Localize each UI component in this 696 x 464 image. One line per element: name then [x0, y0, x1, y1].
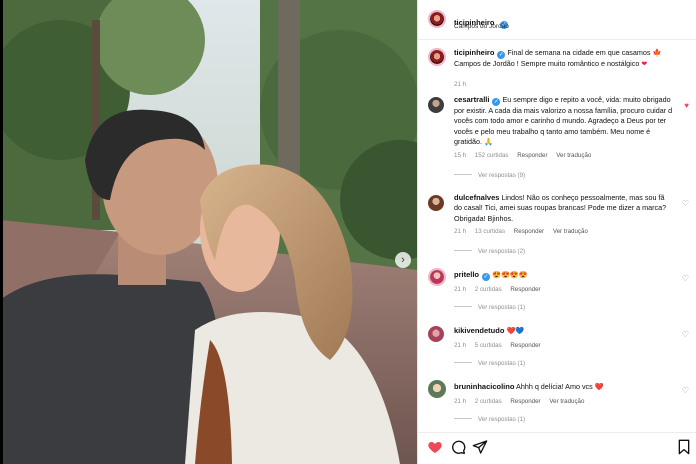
send-icon[interactable]: [472, 439, 488, 455]
commenter-avatar[interactable]: [428, 195, 444, 211]
comment-likes[interactable]: 13 curtidas: [475, 228, 505, 235]
comment-item: dulcefnalves Lindos! Não os conheço pess…: [418, 193, 696, 263]
view-replies-button[interactable]: Ver respostas (9): [454, 172, 525, 179]
comment-likes[interactable]: 5 curtidas: [475, 342, 502, 349]
comment-like-heart-icon[interactable]: ♡: [682, 199, 689, 208]
bookmark-icon[interactable]: [676, 439, 692, 455]
comment-text: ❤️💙: [506, 326, 525, 335]
verified-icon: ✓: [497, 51, 506, 59]
reply-button[interactable]: Responder: [510, 398, 540, 405]
commenter-username[interactable]: bruninhacicolino: [454, 382, 514, 391]
commenter-avatar[interactable]: [428, 268, 446, 286]
comment-item: pritello ✓ 😍😍😍😍 ♡ 21 h 2 curtidas Respon…: [418, 268, 696, 318]
comments-list: ticipinheiro ✓ Final de semana na cidade…: [418, 40, 696, 432]
comment-time[interactable]: 21 h: [454, 398, 466, 405]
caption-time[interactable]: 21 h: [454, 81, 466, 88]
comment-likes[interactable]: 152 curtidas: [475, 152, 509, 159]
verified-icon: ✓: [482, 273, 491, 281]
view-replies-button[interactable]: Ver respostas (1): [454, 304, 525, 311]
commenter-username[interactable]: cesartralli: [454, 95, 489, 104]
commenter-username[interactable]: pritello: [454, 270, 479, 279]
post-header: ticipinheiro ✓ Campos do Jordão: [418, 0, 696, 40]
chevron-right-icon: ›: [401, 254, 405, 266]
comment-likes[interactable]: 2 curtidas: [475, 398, 502, 405]
caption-username[interactable]: ticipinheiro: [454, 48, 494, 57]
author-avatar[interactable]: [428, 10, 446, 28]
comment-time[interactable]: 21 h: [454, 286, 466, 293]
heart-icon[interactable]: [427, 439, 443, 455]
post-caption: ticipinheiro ✓ Final de semana na cidade…: [418, 48, 696, 88]
comment-text: 😍😍😍😍: [492, 270, 528, 279]
comment-text: Ahhh q delícia! Amo vcs ❤️: [516, 382, 604, 391]
comment-item: kikivendetudo ❤️💙 ♡ 21 h 5 curtidas Resp…: [418, 324, 696, 374]
carousel-next-button[interactable]: ›: [395, 252, 411, 268]
view-replies-button[interactable]: Ver respostas (1): [454, 360, 525, 367]
comment-like-heart-icon[interactable]: ♥: [684, 101, 689, 110]
post-photo[interactable]: ›: [0, 0, 417, 464]
translate-button[interactable]: Ver tradução: [549, 398, 584, 405]
comment-item: bruninhacicolino Ahhh q delícia! Amo vcs…: [418, 380, 696, 430]
reply-button[interactable]: Responder: [510, 342, 540, 349]
comment-icon[interactable]: [450, 439, 466, 455]
caption-avatar[interactable]: [428, 48, 446, 66]
view-replies-button[interactable]: Ver respostas (2): [454, 248, 525, 255]
red-heart-emoji: ❤: [641, 61, 648, 68]
translate-button[interactable]: Ver tradução: [556, 152, 591, 159]
post-location[interactable]: Campos do Jordão: [454, 23, 509, 30]
comment-like-heart-icon[interactable]: ♡: [682, 330, 689, 339]
reply-button[interactable]: Responder: [514, 228, 544, 235]
commenter-avatar[interactable]: [428, 380, 446, 398]
commenter-avatar[interactable]: [428, 97, 444, 113]
comment-time[interactable]: 21 h: [454, 228, 466, 235]
commenter-avatar[interactable]: [428, 326, 444, 342]
commenter-username[interactable]: kikivendetudo: [454, 326, 504, 335]
post-action-bar: [418, 432, 696, 464]
commenter-username[interactable]: dulcefnalves: [454, 193, 499, 202]
translate-button[interactable]: Ver tradução: [553, 228, 588, 235]
comment-likes[interactable]: 2 curtidas: [475, 286, 502, 293]
comment-like-heart-icon[interactable]: ♡: [682, 274, 689, 283]
reply-button[interactable]: Responder: [517, 152, 547, 159]
reply-button[interactable]: Responder: [510, 286, 540, 293]
post-sidebar: ticipinheiro ✓ Campos do Jordão ticipinh…: [417, 0, 696, 464]
view-replies-button[interactable]: Ver respostas (1): [454, 416, 525, 423]
comment-time[interactable]: 21 h: [454, 342, 466, 349]
photo-illustration: [0, 0, 417, 464]
verified-icon: ✓: [492, 98, 501, 106]
comment-like-heart-icon[interactable]: ♡: [682, 386, 689, 395]
comment-time[interactable]: 15 h: [454, 152, 466, 159]
